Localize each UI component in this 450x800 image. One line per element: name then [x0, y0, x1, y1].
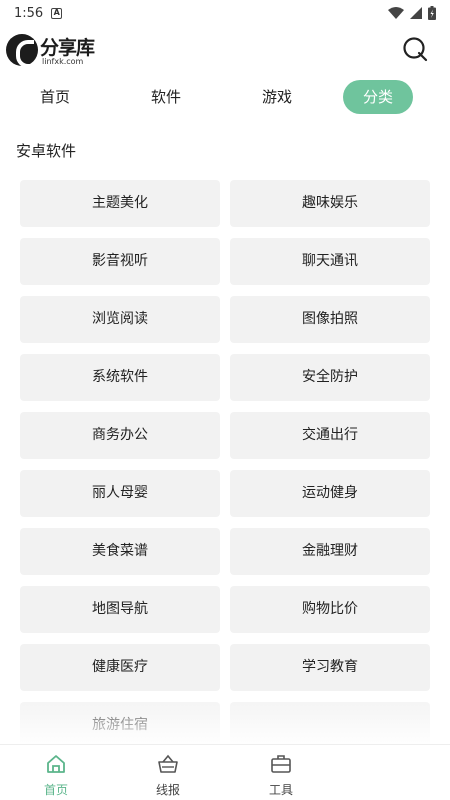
app-header: 分享库 linfxk.com [0, 28, 450, 72]
logo[interactable]: 分享库 linfxk.com [6, 32, 96, 68]
nav-deals[interactable]: 线报 [138, 745, 198, 800]
category-health[interactable]: 健康医疗 [20, 644, 220, 691]
bottom-nav: 首页 线报 工具 [0, 744, 450, 800]
category-security[interactable]: 安全防护 [230, 354, 430, 401]
category-recipes[interactable]: 美食菜谱 [20, 528, 220, 575]
category-shopping[interactable]: 购物比价 [230, 586, 430, 633]
logo-name: 分享库 [40, 37, 95, 59]
status-bar: 1:56 A [0, 0, 450, 26]
category-lodging[interactable]: 旅游住宿 [20, 702, 220, 749]
logo-mark [6, 34, 38, 68]
category-photo[interactable]: 图像拍照 [230, 296, 430, 343]
logo-domain: linfxk.com [42, 57, 84, 66]
category-empty [230, 702, 430, 749]
category-theme[interactable]: 主题美化 [20, 180, 220, 227]
tab-games[interactable]: 游戏 [247, 80, 307, 114]
nav-tools[interactable]: 工具 [251, 745, 311, 800]
nav-home[interactable]: 首页 [26, 745, 86, 800]
home-icon [47, 755, 65, 773]
nav-tools-label: 工具 [268, 783, 293, 797]
category-beauty[interactable]: 丽人母婴 [20, 470, 220, 517]
category-media[interactable]: 影音视听 [20, 238, 220, 285]
status-icons [388, 6, 436, 20]
category-maps[interactable]: 地图导航 [20, 586, 220, 633]
category-education[interactable]: 学习教育 [230, 644, 430, 691]
tab-category[interactable]: 分类 [343, 80, 413, 114]
category-travel[interactable]: 交通出行 [230, 412, 430, 459]
category-fitness[interactable]: 运动健身 [230, 470, 430, 517]
toolbox-icon [271, 755, 291, 773]
category-system[interactable]: 系统软件 [20, 354, 220, 401]
status-time: 1:56 [14, 5, 44, 21]
signal-icon [410, 7, 422, 19]
wifi-icon [388, 7, 404, 19]
category-chat[interactable]: 聊天通讯 [230, 238, 430, 285]
nav-deals-label: 线报 [155, 783, 180, 797]
category-office[interactable]: 商务办公 [20, 412, 220, 459]
search-button[interactable] [402, 36, 428, 62]
top-tabs: 首页 软件 游戏 分类 [0, 80, 450, 116]
basket-icon [158, 754, 178, 773]
search-icon [403, 37, 428, 62]
category-entertainment[interactable]: 趣味娱乐 [230, 180, 430, 227]
category-finance[interactable]: 金融理财 [230, 528, 430, 575]
battery-icon [428, 6, 436, 20]
notification-icon: A [51, 7, 63, 19]
tab-home[interactable]: 首页 [25, 80, 85, 114]
tab-software[interactable]: 软件 [136, 80, 196, 114]
category-reading[interactable]: 浏览阅读 [20, 296, 220, 343]
section-title: 安卓软件 [16, 142, 77, 160]
nav-home-label: 首页 [43, 783, 68, 797]
